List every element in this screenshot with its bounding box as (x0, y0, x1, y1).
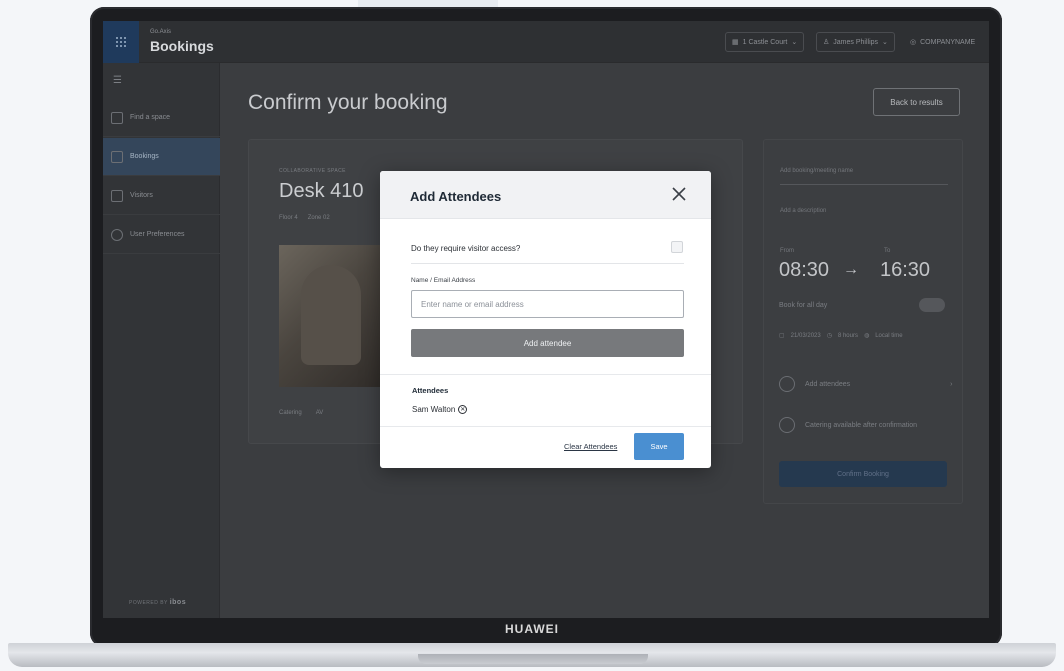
page-title: Confirm your booking (248, 91, 448, 114)
amenity-av: AV (315, 410, 324, 416)
app-title: Bookings (150, 38, 214, 54)
powered-brand: ibos (169, 599, 187, 606)
space-name: Desk 410 (279, 180, 364, 202)
divider (411, 263, 684, 264)
globe-icon: ◎ (910, 39, 917, 46)
app-grid-icon[interactable] (103, 21, 139, 63)
space-type: COLLABORATIVE SPACE (279, 168, 346, 174)
add-attendees-row[interactable]: Add attendees › (779, 376, 953, 392)
arrow-icon: → (843, 261, 859, 278)
amenities: Catering AV (279, 410, 323, 416)
catering-note: Catering available after confirmation (805, 421, 918, 429)
amenity-catering: Catering (279, 410, 302, 416)
modal-title: Add Attendees (410, 189, 502, 204)
attendees-heading: Attendees (412, 386, 449, 395)
name-email-label: Name / Email Address (411, 277, 476, 284)
description-placeholder[interactable]: Add a description (780, 208, 826, 214)
confirm-booking-button[interactable]: Confirm Booking (779, 461, 947, 487)
sidebar-item-label: Find a space (130, 114, 171, 121)
visitor-access-question: Do they require visitor access? (411, 244, 521, 253)
person-silhouette (301, 265, 361, 365)
location-selector[interactable]: ▦ 1 Castle Court ⌄ (725, 32, 805, 52)
company-name: COMPANYNAME (920, 38, 976, 46)
grid-dots-icon (116, 37, 126, 47)
user-icon: ♙ (823, 39, 830, 46)
attendee-name: Sam Walton (412, 405, 456, 414)
add-attendees-modal: Add Attendees Do they require visitor ac… (380, 171, 711, 468)
add-attendees-link: Add attendees (805, 380, 851, 388)
powered-by-label: POWERED BY (129, 600, 168, 606)
all-day-toggle[interactable] (919, 298, 945, 312)
company-logo: ◎ COMPANYNAME (904, 32, 981, 52)
globe-icon: ◍ (863, 333, 870, 339)
sidebar-item-label: Visitors (130, 192, 153, 199)
calendar-icon (111, 150, 123, 163)
laptop-base-notch (418, 654, 648, 664)
to-time[interactable]: 16:30 (880, 259, 930, 282)
booking-date: 21/03/2023 (790, 332, 821, 339)
sidebar-item-visitors[interactable]: Visitors (103, 177, 220, 215)
org-label: Go.Axis (150, 29, 172, 35)
from-time[interactable]: 08:30 (779, 259, 829, 282)
sidebar-item-user-preferences[interactable]: User Preferences (103, 216, 220, 254)
visitor-access-checkbox[interactable] (671, 241, 683, 253)
divider (380, 374, 711, 375)
space-photo (279, 245, 389, 387)
all-day-text: Book for all day (779, 302, 828, 309)
powered-by: POWERED BY ibos (129, 599, 186, 606)
from-label: From (780, 248, 794, 254)
binoculars-icon (111, 111, 123, 124)
gear-icon (111, 228, 123, 241)
catering-row: Catering available after confirmation (779, 417, 917, 433)
sidebar: ☰ Find a space Bookings Visitors User Pr… (103, 63, 220, 618)
divider (380, 426, 711, 427)
catering-icon (779, 417, 795, 433)
sidebar-item-find-a-space[interactable]: Find a space (103, 99, 220, 137)
to-label: To (884, 248, 891, 254)
chevron-down-icon: ⌄ (882, 39, 888, 46)
booking-duration: 8 hours (837, 332, 858, 339)
building-icon: ▦ (732, 39, 739, 46)
location-label: 1 Castle Court (742, 38, 788, 46)
booking-timezone: Local time (875, 332, 903, 339)
sidebar-item-bookings[interactable]: Bookings (103, 138, 220, 176)
save-button[interactable]: Save (634, 433, 684, 460)
booking-name-placeholder[interactable]: Add booking/meeting name (780, 168, 853, 174)
zone-label: Zone 02 (307, 215, 330, 221)
attendee-item: Sam Walton ✕ (412, 405, 468, 414)
remove-attendee-icon[interactable]: ✕ (458, 405, 468, 414)
id-card-icon (111, 189, 123, 202)
name-email-input[interactable] (411, 290, 684, 318)
floor-label: Floor 4 (279, 215, 298, 221)
collapse-menu-icon[interactable]: ☰ (113, 75, 122, 86)
sidebar-item-label: User Preferences (130, 231, 185, 238)
back-to-results-button[interactable]: Back to results (873, 88, 960, 116)
user-menu[interactable]: ♙ James Phillips ⌄ (816, 32, 895, 52)
add-attendee-button[interactable]: Add attendee (411, 329, 684, 357)
device-brand: HUAWEI (505, 622, 559, 636)
clock-icon: ◷ (826, 333, 832, 339)
divider (780, 184, 948, 185)
app-topbar: Go.Axis Bookings ▦ 1 Castle Court ⌄ ♙ Ja… (103, 21, 989, 63)
modal-header: Add Attendees (380, 171, 711, 219)
all-day-label: Book for all day (779, 302, 827, 309)
chevron-right-icon: › (950, 380, 953, 388)
attendees-icon (779, 376, 795, 392)
sidebar-item-label: Bookings (130, 153, 159, 160)
calendar-icon: ▢ (779, 333, 785, 339)
space-meta: Floor 4 Zone 02 (279, 215, 330, 221)
user-name: James Phillips (833, 38, 879, 46)
clear-attendees-link[interactable]: Clear Attendees (564, 442, 617, 451)
booking-panel: Add booking/meeting name Add a descripti… (763, 139, 963, 504)
booking-details-row: ▢ 21/03/2023 ◷ 8 hours ◍ Local time (779, 332, 903, 340)
chevron-down-icon: ⌄ (791, 39, 798, 46)
close-icon[interactable] (669, 184, 689, 204)
